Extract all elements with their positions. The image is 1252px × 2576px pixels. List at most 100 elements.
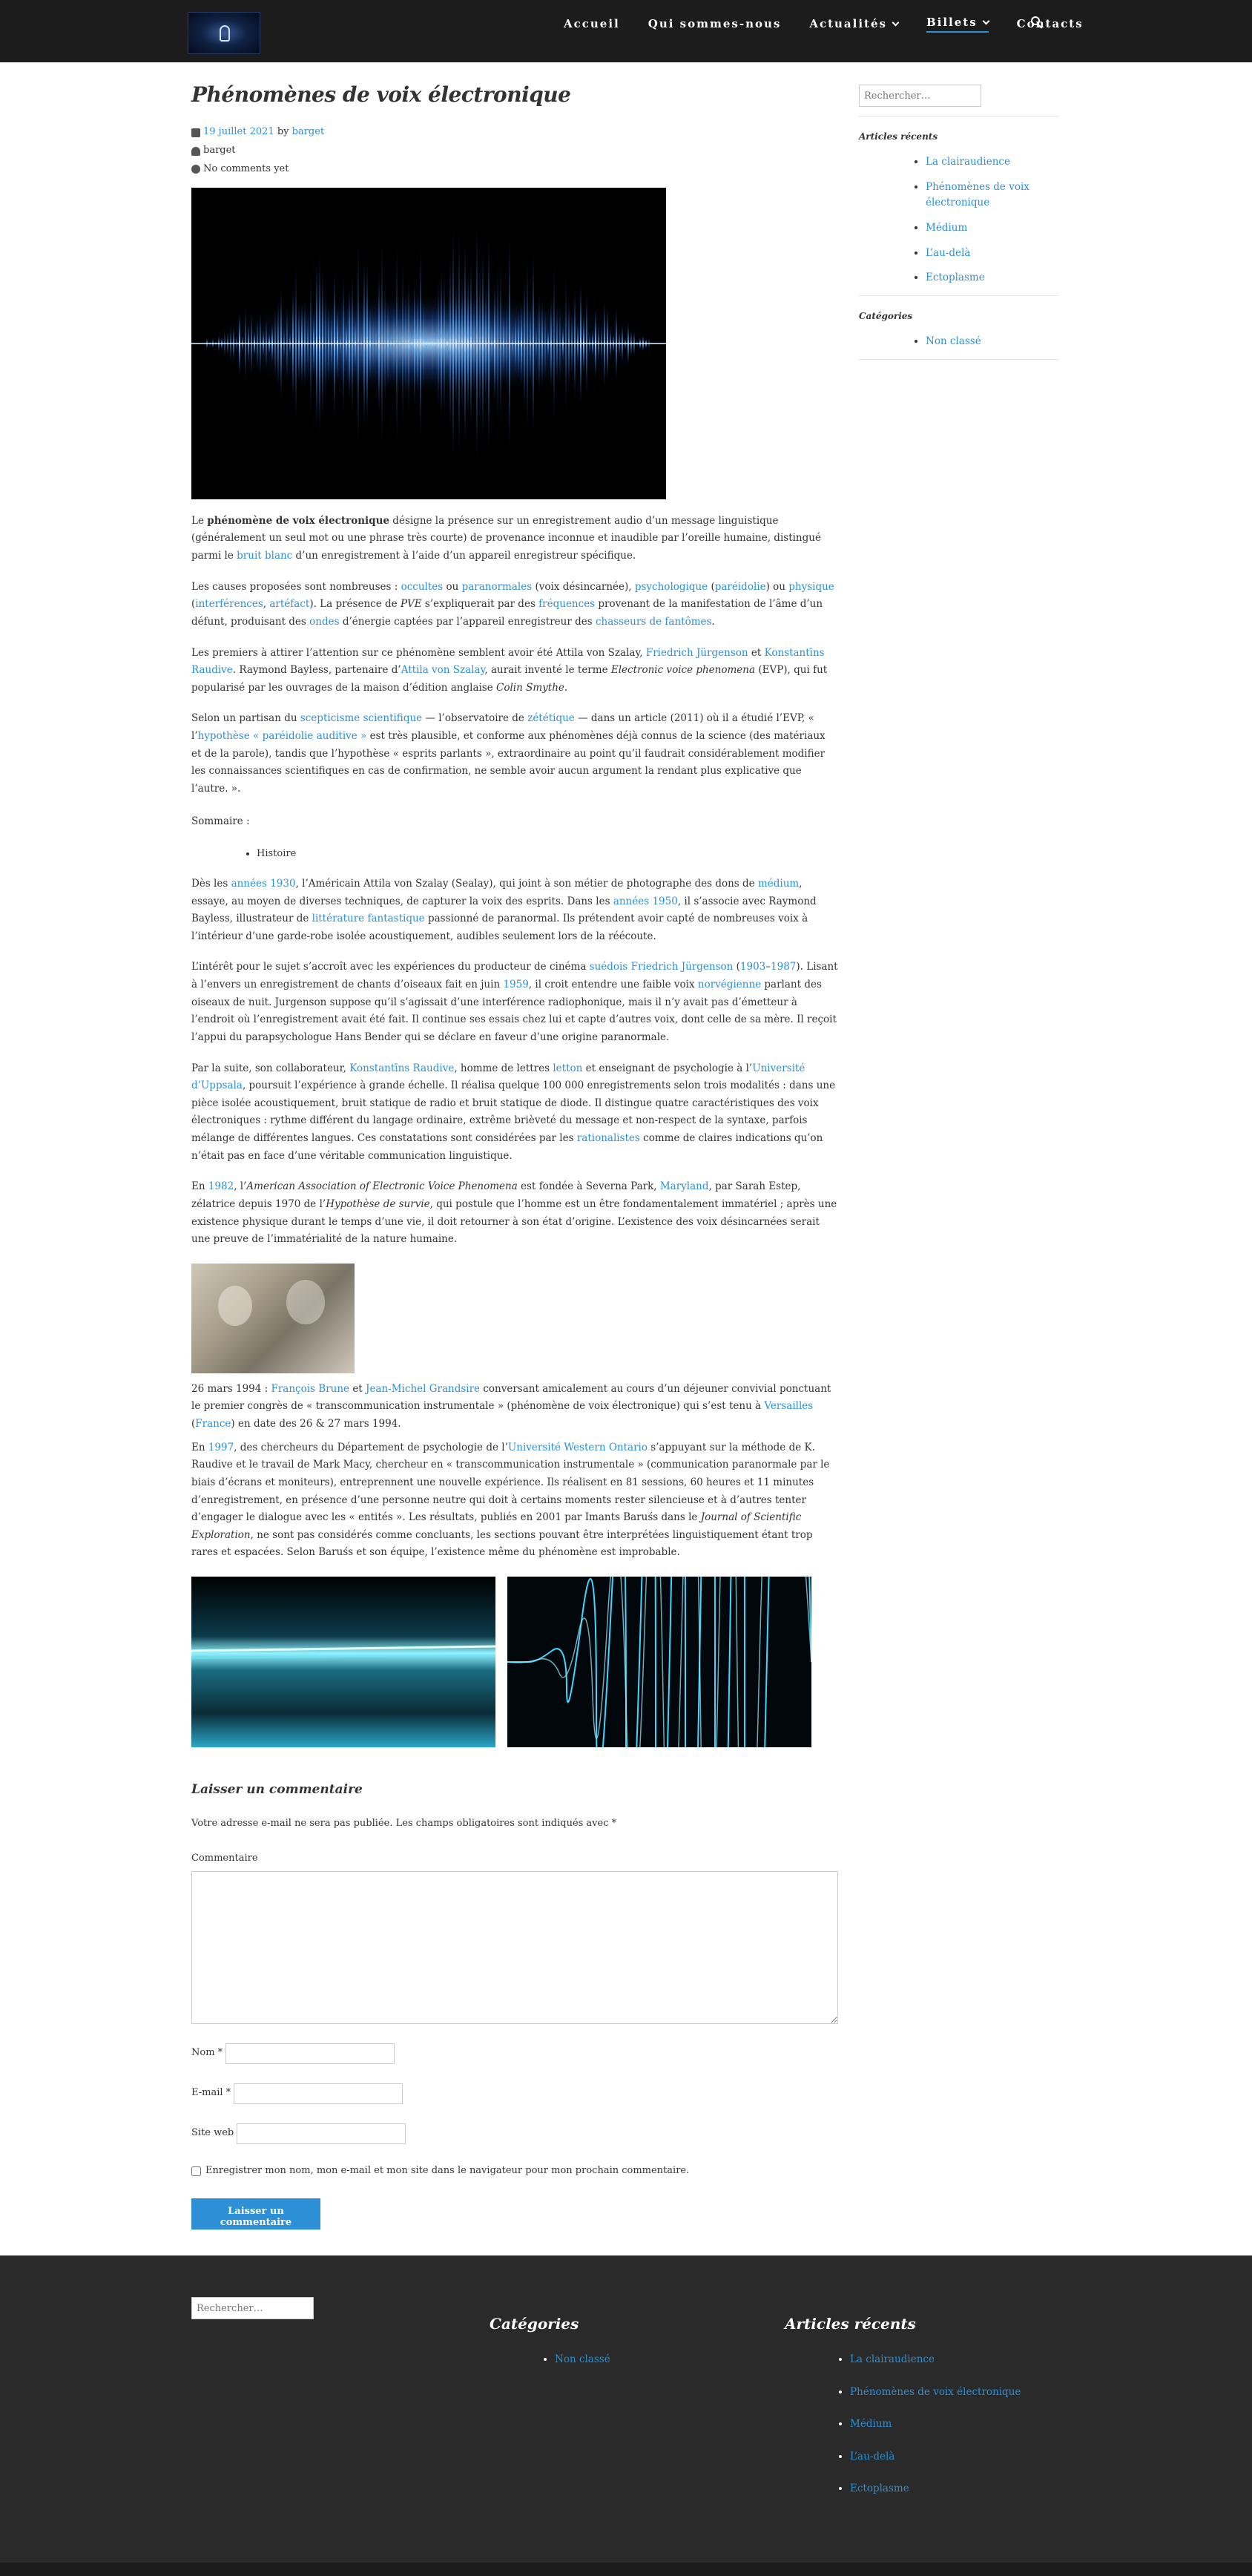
sidebar-recent-item[interactable]: Médium <box>926 222 967 234</box>
text: Les premiers à attirer l’attention sur c… <box>191 646 646 659</box>
footer-recent-item[interactable]: Phénomènes de voix électronique <box>850 2386 1021 2398</box>
link[interactable]: Attila von Szalay <box>401 664 485 676</box>
post-author-link[interactable]: barget <box>292 125 325 140</box>
submit-comment-button[interactable]: Laisser un commentaire <box>191 2198 320 2230</box>
link[interactable]: letton <box>553 1062 582 1074</box>
text: . Raymond Bayless, partenaire d’ <box>232 664 401 677</box>
nav-item-qui-sommes-nous[interactable]: Qui sommes-nous <box>648 15 782 33</box>
text: ( <box>733 961 740 973</box>
footer-recent-item[interactable]: La clairaudience <box>850 2353 935 2365</box>
link[interactable]: 1987 <box>771 961 796 973</box>
link[interactable]: Jean-Michel Grandsire <box>366 1383 480 1395</box>
link[interactable]: 1959 <box>503 979 528 990</box>
link[interactable]: années 1950 <box>613 896 678 907</box>
footer-recent-item[interactable]: Médium <box>850 2418 892 2430</box>
toc-list: Histoire <box>257 847 838 862</box>
sidebar-search-input[interactable] <box>859 85 981 107</box>
link[interactable]: Maryland <box>660 1180 709 1192</box>
link[interactable]: Versailles <box>764 1400 813 1412</box>
search-icon[interactable] <box>1031 16 1044 29</box>
sidebar-recent-item[interactable]: Ectoplasme <box>926 272 985 283</box>
footer-recent-item[interactable]: L’au-delà <box>850 2451 894 2462</box>
link[interactable]: interférences <box>195 598 263 610</box>
text: 26 mars 1994 : <box>191 1382 271 1395</box>
link[interactable]: Université Western Ontario <box>508 1442 648 1453</box>
main-menu: Accueil Qui sommes-nous Actualités Bille… <box>564 15 1112 33</box>
nav-item-billets[interactable]: Billets <box>926 15 990 33</box>
link[interactable]: Friedrich Jürgenson <box>646 647 748 659</box>
comments-count: No comments yet <box>203 162 289 174</box>
congress-photo[interactable] <box>191 1263 355 1373</box>
link[interactable]: physique <box>788 581 834 593</box>
link[interactable]: occultes <box>401 581 444 593</box>
gallery-image-cyan-noise[interactable] <box>191 1577 495 1748</box>
link[interactable]: Friedrich Jürgenson <box>631 961 734 973</box>
link[interactable]: norvégienne <box>698 979 761 990</box>
link[interactable]: 1982 <box>208 1180 234 1192</box>
link[interactable]: 1997 <box>208 1442 234 1453</box>
email-field[interactable] <box>234 2083 403 2104</box>
sidebar-recent-item[interactable]: Phénomènes de voix électronique <box>926 181 1029 209</box>
text: ou <box>443 580 462 593</box>
sidebar-categories-title: Catégories <box>859 310 913 321</box>
comment-textarea[interactable] <box>191 1870 838 2024</box>
link[interactable]: France <box>195 1418 231 1430</box>
link[interactable]: zététique <box>527 712 575 724</box>
text: . <box>711 615 715 628</box>
text: , ne sont pas considérés comme concluant… <box>191 1528 813 1559</box>
text: PVE <box>400 598 422 611</box>
link[interactable]: psychologique <box>635 581 708 593</box>
link[interactable]: rationalistes <box>577 1132 640 1144</box>
sidebar-recent-item[interactable]: La clairaudience <box>926 156 1010 168</box>
link[interactable]: fréquences <box>538 598 595 610</box>
link[interactable]: Konstantīns Raudive <box>349 1062 454 1074</box>
post-date-link[interactable]: 19 juillet 2021 <box>203 125 274 140</box>
top-navigation-bar: Accueil Qui sommes-nous Actualités Bille… <box>0 0 1252 62</box>
link[interactable]: 1903 <box>740 961 765 973</box>
sidebar-recent-item[interactable]: L’au-delà <box>926 247 970 259</box>
link-bruit-blanc[interactable]: bruit blanc <box>237 550 292 562</box>
link[interactable]: suédois <box>590 961 628 973</box>
gallery-image-cyan-wave[interactable] <box>507 1577 811 1748</box>
link[interactable]: médium <box>758 878 799 890</box>
link[interactable]: paranormales <box>462 581 533 593</box>
email-label: E-mail * <box>191 2087 231 2099</box>
footer: Catégories Non classé Articles récents L… <box>0 2255 1252 2576</box>
paragraph-causes: Les causes proposées sont nombreuses : o… <box>191 579 838 631</box>
text: , aurait inventé le terme <box>484 664 611 677</box>
link[interactable]: littérature fantastique <box>312 913 425 924</box>
save-info-label: Enregistrer mon nom, mon e-mail et mon s… <box>205 2164 690 2176</box>
link[interactable]: chasseurs de fantômes <box>596 616 711 628</box>
nav-item-accueil[interactable]: Accueil <box>564 15 620 33</box>
text: Hypothèse de survie <box>326 1197 430 1210</box>
link[interactable]: années 1930 <box>231 878 296 890</box>
footer-category-item[interactable]: Non classé <box>555 2353 610 2365</box>
website-field[interactable] <box>237 2123 406 2144</box>
link[interactable]: scepticisme scientifique <box>300 712 422 724</box>
text: Par la suite, son collaborateur, <box>191 1062 350 1074</box>
link[interactable]: paréidolie <box>715 581 766 593</box>
toc-item[interactable]: Histoire <box>257 847 838 862</box>
text: d’énergie captées par l’appareil enregis… <box>339 615 596 628</box>
text: Le <box>191 514 208 527</box>
site-logo[interactable] <box>188 12 260 54</box>
photo-caption: 26 mars 1994 : François Brune et Jean-Mi… <box>191 1381 838 1433</box>
sidebar-category-item[interactable]: Non classé <box>926 335 981 347</box>
footer-search-input[interactable] <box>191 2297 314 2319</box>
nav-item-actualites[interactable]: Actualités <box>809 15 900 33</box>
link[interactable]: hypothèse « paréidolie auditive » <box>198 730 367 742</box>
name-field[interactable] <box>225 2043 395 2064</box>
link[interactable]: ondes <box>309 616 339 628</box>
term: phénomène de voix électronique <box>207 514 390 527</box>
link[interactable]: François Brune <box>271 1383 349 1395</box>
link[interactable]: artéfact <box>269 598 309 610</box>
hero-sound-wave-image <box>191 187 666 499</box>
text: . <box>564 681 568 694</box>
divider <box>859 295 1059 296</box>
text: ) ou <box>765 580 789 593</box>
paragraph-raudive: Par la suite, son collaborateur, Konstan… <box>191 1060 838 1166</box>
nav-item-contacts[interactable]: Contacts <box>1017 15 1084 33</box>
footer-recent-item[interactable]: Ectoplasme <box>850 2483 909 2494</box>
save-info-checkbox[interactable] <box>191 2166 201 2176</box>
image-gallery <box>191 1577 838 1748</box>
